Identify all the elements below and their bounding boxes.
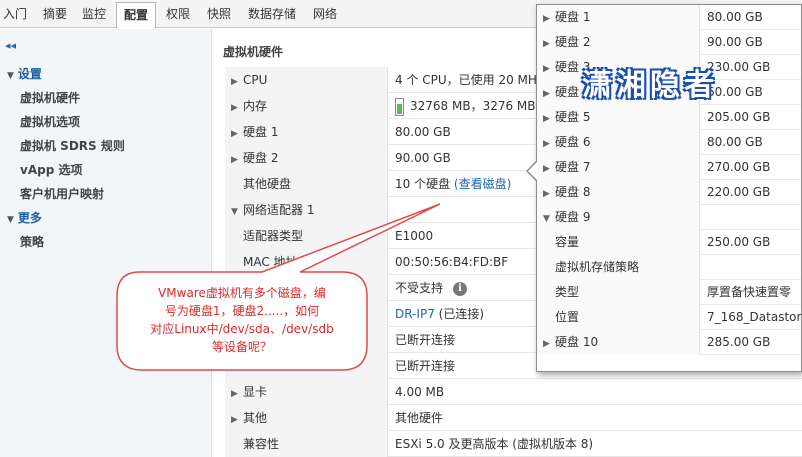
popup-row-value: 90.00 GB	[707, 35, 763, 49]
popup-row-value: 220.00 GB	[707, 185, 771, 199]
popup-row-hard-disk-2[interactable]: ▶ 硬盘 2 90.00 GB	[537, 30, 801, 55]
expanded-triangle-icon: ▼	[543, 214, 550, 224]
popup-row-hard-disk-1[interactable]: ▶ 硬盘 1 80.00 GB	[537, 5, 801, 30]
collapsed-triangle-icon: ▶	[543, 114, 550, 124]
popup-row-hard-disk-6[interactable]: ▶ 硬盘 6 80.00 GB	[537, 130, 801, 155]
datastore-link[interactable]: 7_168_Datastore	[707, 305, 801, 330]
popup-row-value: 60.00 GB	[707, 85, 763, 99]
popup-row-type: 类型 厚置备快速置零	[537, 280, 801, 305]
collapsed-triangle-icon: ▶	[543, 164, 550, 174]
popup-row-label: ▶ 硬盘 8	[537, 180, 700, 205]
popup-row-label: 容量	[537, 230, 700, 255]
collapsed-triangle-icon: ▶	[543, 89, 550, 99]
disk-list-popup: ▶ 硬盘 1 80.00 GB ▶ 硬盘 2 90.00 GB ▶ 硬盘 3 230.00 …	[536, 4, 802, 372]
popup-row-label: ▶ 硬盘 4	[537, 80, 700, 105]
popup-row-label: ▶ 硬盘 2	[537, 30, 700, 55]
popup-row-hard-disk-7[interactable]: ▶ 硬盘 7 270.00 GB	[537, 155, 801, 180]
popup-row-value: 205.00 GB	[707, 110, 771, 124]
popup-row-hard-disk-8[interactable]: ▶ 硬盘 8 220.00 GB	[537, 180, 801, 205]
popup-row-label: 虚拟机存储策略	[537, 255, 700, 280]
popup-label-text: 容量	[555, 235, 580, 249]
popup-label-text: 硬盘 5	[555, 110, 591, 124]
popup-row-capacity: 容量 250.00 GB	[537, 230, 801, 255]
popup-row-value: 250.00 GB	[707, 235, 771, 249]
popup-label-text: 硬盘 4	[555, 85, 591, 99]
popup-label-text: 类型	[555, 285, 580, 299]
popup-row-hard-disk-10[interactable]: ▶ 硬盘 10 285.00 GB	[537, 330, 801, 355]
popup-row-value: 80.00 GB	[707, 10, 763, 24]
popup-row-hard-disk-5[interactable]: ▶ 硬盘 5 205.00 GB	[537, 105, 801, 130]
callout-line: 等设备呢？	[211, 340, 272, 354]
popup-label-text: 位置	[555, 310, 580, 324]
popup-row-value: 270.00 GB	[707, 160, 771, 174]
popup-row-hard-disk-4[interactable]: ▶ 硬盘 4 60.00 GB	[537, 80, 801, 105]
popup-label-text: 硬盘 6	[555, 135, 591, 149]
popup-label-text: 硬盘 9	[555, 210, 591, 224]
popup-label-text: 硬盘 10	[555, 335, 599, 349]
popup-row-label: ▶ 硬盘 3	[537, 55, 700, 80]
popup-row-label: ▶ 硬盘 6	[537, 130, 700, 155]
popup-row-label: ▼ 硬盘 9	[537, 205, 700, 230]
popup-row-hard-disk-3[interactable]: ▶ 硬盘 3 230.00 GB	[537, 55, 801, 80]
collapsed-triangle-icon: ▶	[543, 189, 550, 199]
callout-text: VMware虚拟机有多个磁盘，编 号为硬盘1，硬盘2.....，如何 对应Lin…	[117, 270, 367, 370]
collapsed-triangle-icon: ▶	[543, 64, 550, 74]
popup-row-location: 位置 7_168_Datastore	[537, 305, 801, 330]
popup-row-value: 80.00 GB	[707, 135, 763, 149]
callout-line: 对应Linux中/dev/sda、/dev/sdb	[150, 322, 334, 336]
popup-label-text: 硬盘 8	[555, 185, 591, 199]
collapsed-triangle-icon: ▶	[543, 14, 550, 24]
callout: VMware虚拟机有多个磁盘，编 号为硬盘1，硬盘2.....，如何 对应Lin…	[117, 270, 367, 370]
collapsed-triangle-icon: ▶	[543, 339, 550, 349]
popup-row-label: ▶ 硬盘 1	[537, 5, 700, 30]
popup-row-label: 位置	[537, 305, 700, 330]
popup-pointer-inner	[528, 161, 538, 181]
callout-line: 号为硬盘1，硬盘2.....，如何	[164, 304, 320, 318]
popup-row-label: 类型	[537, 280, 700, 305]
popup-row-value: 厚置备快速置零	[707, 285, 792, 299]
popup-row-value: 285.00 GB	[707, 335, 771, 349]
popup-row-storage-policy: 虚拟机存储策略	[537, 255, 801, 280]
popup-row-label: ▶ 硬盘 7	[537, 155, 700, 180]
popup-row-label: ▶ 硬盘 5	[537, 105, 700, 130]
popup-row-value: 230.00 GB	[707, 60, 771, 74]
popup-label-text: 硬盘 7	[555, 160, 591, 174]
popup-row-label: ▶ 硬盘 10	[537, 330, 700, 355]
collapsed-triangle-icon: ▶	[543, 39, 550, 49]
popup-label-text: 硬盘 3	[555, 60, 591, 74]
popup-label-text: 硬盘 2	[555, 35, 591, 49]
popup-label-text: 硬盘 1	[555, 10, 591, 24]
callout-line: VMware虚拟机有多个磁盘，编	[158, 286, 326, 300]
collapsed-triangle-icon: ▶	[543, 139, 550, 149]
popup-row-hard-disk-9[interactable]: ▼ 硬盘 9	[537, 205, 801, 230]
popup-label-text: 虚拟机存储策略	[555, 260, 640, 274]
